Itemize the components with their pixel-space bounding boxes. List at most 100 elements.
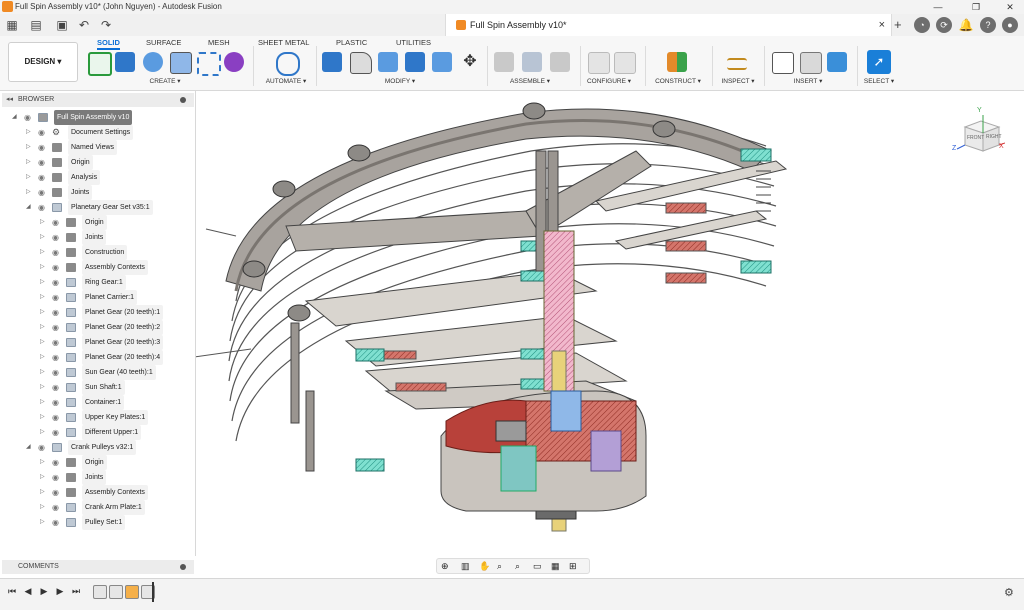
browser-tree-item[interactable]: ◢ ◉ Full Spin Assembly v10 [12, 110, 194, 125]
browser-tree-item[interactable]: ▷ ◉ Analysis [26, 170, 194, 185]
collapsed-arrow-icon[interactable]: ▷ [40, 500, 48, 515]
grid-settings-icon[interactable]: ▦ [551, 559, 560, 573]
create-sketch-icon[interactable] [88, 52, 112, 76]
assemble-group-label[interactable]: ASSEMBLE ▾ [505, 77, 555, 85]
browser-tree-item[interactable]: ▷ ◉ Different Upper:1 [40, 425, 194, 440]
browser-tree-item[interactable]: ▷ ◉ Sun Gear (40 teeth):1 [40, 365, 194, 380]
collapse-panel-icon[interactable]: ◂◂ [6, 93, 13, 107]
construct-group-label[interactable]: CONSTRUCT ▾ [650, 77, 706, 85]
visibility-eye-icon[interactable]: ◉ [52, 368, 62, 377]
pan-icon[interactable]: ✋ [479, 559, 490, 573]
pattern-icon[interactable] [197, 52, 221, 76]
collapsed-arrow-icon[interactable]: ▷ [40, 290, 48, 305]
app-grid-icon[interactable]: ▦ [4, 17, 20, 33]
collapsed-arrow-icon[interactable]: ▷ [40, 260, 48, 275]
form-icon[interactable] [224, 52, 244, 72]
press-pull-icon[interactable] [322, 52, 342, 72]
browser-tree-item[interactable]: ▷ ◉ Joints [40, 230, 194, 245]
collapsed-arrow-icon[interactable]: ▷ [40, 395, 48, 410]
automate-icon[interactable] [276, 52, 300, 76]
save-icon[interactable]: ▣ [54, 17, 70, 33]
visibility-eye-icon[interactable]: ◉ [52, 503, 62, 512]
extrude-icon[interactable] [115, 52, 135, 72]
collapsed-arrow-icon[interactable]: ▷ [26, 125, 34, 140]
timeline-marker[interactable] [152, 582, 154, 602]
hole-icon[interactable] [170, 52, 192, 74]
collapsed-arrow-icon[interactable]: ▷ [40, 485, 48, 500]
undo-icon[interactable]: ↶ [76, 17, 92, 33]
browser-tree-item[interactable]: ▷ ◉ Crank Arm Plate:1 [40, 500, 194, 515]
browser-tree-item[interactable]: ▷ ◉ Planet Gear (20 teeth):3 [40, 335, 194, 350]
visibility-eye-icon[interactable]: ◉ [52, 458, 62, 467]
visibility-eye-icon[interactable]: ◉ [52, 248, 62, 257]
browser-tree-item[interactable]: ▷ ◉ Named Views [26, 140, 194, 155]
fit-icon[interactable]: ⌕ [515, 559, 520, 573]
collapsed-arrow-icon[interactable]: ▷ [40, 245, 48, 260]
view-cube-right[interactable]: RIGHT [986, 134, 1002, 140]
look-at-icon[interactable]: ▥ [461, 559, 470, 573]
browser-tree-item[interactable]: ▷ ◉ Container:1 [40, 395, 194, 410]
joint-icon[interactable] [522, 52, 542, 72]
visibility-eye-icon[interactable]: ◉ [52, 338, 62, 347]
visibility-eye-icon[interactable]: ◉ [52, 353, 62, 362]
visibility-eye-icon[interactable]: ◉ [52, 233, 62, 242]
browser-tree-item[interactable]: ◢ ◉ Crank Pulleys v32:1 [26, 440, 194, 455]
pin-icon[interactable] [180, 97, 186, 103]
visibility-eye-icon[interactable]: ◉ [38, 173, 48, 182]
close-icon[interactable]: ✕ [998, 0, 1022, 14]
visibility-eye-icon[interactable]: ◉ [38, 143, 48, 152]
expanded-arrow-icon[interactable]: ◢ [12, 110, 20, 125]
collapsed-arrow-icon[interactable]: ▷ [40, 410, 48, 425]
visibility-eye-icon[interactable]: ◉ [52, 518, 62, 527]
notifications-icon[interactable]: 🔔 [958, 17, 974, 33]
collapsed-arrow-icon[interactable]: ▷ [40, 515, 48, 530]
browser-tree-item[interactable]: ▷ ◉ Upper Key Plates:1 [40, 410, 194, 425]
go-to-start-icon[interactable]: ⏮ [6, 584, 18, 598]
browser-tree-item[interactable]: ▷ ◉ Ring Gear:1 [40, 275, 194, 290]
offset-plane-icon[interactable] [667, 52, 687, 72]
collapsed-arrow-icon[interactable]: ▷ [40, 305, 48, 320]
document-tab[interactable]: Full Spin Assembly v10* × [445, 14, 892, 36]
insert-derive-icon[interactable] [772, 52, 794, 74]
orbit-icon[interactable]: ⊕ [441, 559, 449, 573]
user-avatar[interactable]: ● [1002, 17, 1018, 33]
tab-plastic[interactable]: PLASTIC [336, 38, 367, 47]
visibility-eye-icon[interactable]: ◉ [52, 263, 62, 272]
visibility-eye-icon[interactable]: ◉ [24, 113, 34, 122]
browser-tree-item[interactable]: ▷ ◉ Assembly Contexts [40, 485, 194, 500]
configure-icon[interactable] [588, 52, 610, 74]
visibility-eye-icon[interactable]: ◉ [52, 398, 62, 407]
viewports-icon[interactable]: ⊞ [569, 559, 577, 573]
step-back-icon[interactable]: ◀ [22, 584, 34, 598]
browser-tree-item[interactable]: ▷ ◉ Planet Gear (20 teeth):1 [40, 305, 194, 320]
configuration-table-icon[interactable] [614, 52, 636, 74]
browser-tree-item[interactable]: ▷ ◉ Assembly Contexts [40, 260, 194, 275]
select-group-label[interactable]: SELECT ▾ [858, 77, 900, 85]
collapsed-arrow-icon[interactable]: ▷ [40, 455, 48, 470]
display-settings-icon[interactable]: ▭ [533, 559, 542, 573]
view-cube[interactable]: FRONT RIGHT Y Z X [952, 107, 1006, 155]
visibility-eye-icon[interactable]: ◉ [52, 293, 62, 302]
sync-icon[interactable]: ⟳ [936, 17, 952, 33]
visibility-eye-icon[interactable]: ◉ [52, 218, 62, 227]
browser-header[interactable]: ◂◂ BROWSER [2, 93, 194, 107]
visibility-eye-icon[interactable]: ◉ [38, 188, 48, 197]
collapsed-arrow-icon[interactable]: ▷ [40, 380, 48, 395]
browser-tree-item[interactable]: ▷ ◉ Construction [40, 245, 194, 260]
collapsed-arrow-icon[interactable]: ▷ [26, 170, 34, 185]
visibility-eye-icon[interactable]: ◉ [52, 278, 62, 287]
visibility-eye-icon[interactable]: ◉ [52, 308, 62, 317]
minimize-icon[interactable]: — [926, 0, 950, 14]
collapsed-arrow-icon[interactable]: ▷ [40, 335, 48, 350]
close-tab-icon[interactable]: × [879, 14, 885, 36]
insert-canvas-icon[interactable] [827, 52, 847, 72]
browser-tree-item[interactable]: ▷ ◉ Joints [40, 470, 194, 485]
collapsed-arrow-icon[interactable]: ▷ [40, 365, 48, 380]
browser-tree-item[interactable]: ▷ ◉ ⚙ Document Settings [26, 125, 194, 140]
browser-tree-item[interactable]: ▷ ◉ Origin [40, 215, 194, 230]
insert-group-label[interactable]: INSERT ▾ [786, 77, 830, 85]
browser-tree-item[interactable]: ▷ ◉ Pulley Set:1 [40, 515, 194, 530]
help-icon[interactable]: ? [980, 17, 996, 33]
zoom-icon[interactable]: ⌕ [497, 559, 502, 573]
collapsed-arrow-icon[interactable]: ▷ [40, 350, 48, 365]
